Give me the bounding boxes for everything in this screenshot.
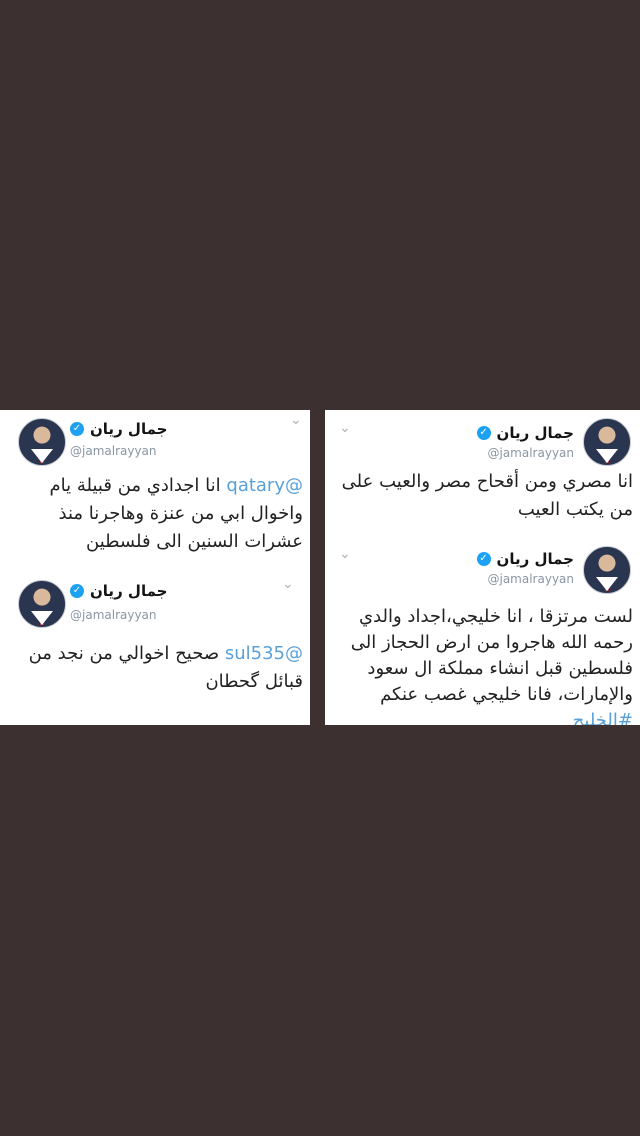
avatar-tie bbox=[40, 615, 44, 625]
hashtag-link[interactable]: #الخليج bbox=[573, 710, 633, 725]
author-name-row: جمال ريان ✓ bbox=[476, 550, 574, 568]
author-handle[interactable]: @jamalrayyan bbox=[487, 446, 574, 460]
author-name-row: جمال ريان ✓ bbox=[476, 424, 574, 442]
author-name[interactable]: جمال ريان bbox=[497, 550, 574, 568]
screenshot-panel-left: جمال ريان ✓ @jamalrayyan ⌄ @qatary انا ا… bbox=[0, 410, 310, 725]
tweet-card[interactable]: جمال ريان ✓ @jamalrayyan ⌄ انا مصري ومن … bbox=[325, 410, 640, 540]
tweet-header: جمال ريان ✓ @jamalrayyan ⌄ bbox=[325, 540, 640, 600]
author-name-row: جمال ريان ✓ bbox=[70, 582, 167, 600]
tweet-header: جمال ريان ✓ @jamalrayyan ⌄ bbox=[0, 410, 310, 470]
author-handle[interactable]: @jamalrayyan bbox=[487, 572, 574, 586]
verified-badge-icon: ✓ bbox=[476, 552, 491, 566]
avatar-tie bbox=[40, 453, 44, 463]
tweet-text-block: لست مرتزقا ، انا خليجي،اجداد والدي رحمه … bbox=[335, 604, 633, 725]
avatar-tie bbox=[605, 581, 609, 591]
verified-badge-icon: ✓ bbox=[70, 584, 84, 598]
author-handle[interactable]: @jamalrayyan bbox=[70, 608, 157, 622]
chevron-down-icon[interactable]: ⌄ bbox=[282, 576, 294, 592]
avatar[interactable] bbox=[18, 418, 66, 466]
chevron-down-icon[interactable]: ⌄ bbox=[339, 546, 351, 562]
verified-badge-icon: ✓ bbox=[476, 426, 491, 440]
chevron-down-icon[interactable]: ⌄ bbox=[290, 412, 302, 428]
tweet-text-block: @qatary انا اجدادي من قبيلة يام واخوال ا… bbox=[18, 472, 303, 556]
avatar[interactable] bbox=[583, 418, 631, 466]
screenshot-panel-right: جمال ريان ✓ @jamalrayyan ⌄ انا مصري ومن … bbox=[325, 410, 640, 725]
avatar-tie bbox=[605, 453, 609, 463]
tweet-text: انا مصري ومن أقحاح مصر والعيب على من يكت… bbox=[341, 471, 633, 520]
author-name-row: جمال ريان ✓ bbox=[70, 420, 167, 438]
chevron-down-icon[interactable]: ⌄ bbox=[339, 420, 351, 436]
tweet-text: لست مرتزقا ، انا خليجي،اجداد والدي رحمه … bbox=[350, 606, 633, 705]
mention-link[interactable]: @qatary bbox=[226, 475, 303, 496]
author-handle[interactable]: @jamalrayyan bbox=[70, 444, 157, 458]
tweet-text-block: @sul535 صحيح اخوالي من نجد من قبائل گحطا… bbox=[18, 640, 303, 696]
verified-badge-icon: ✓ bbox=[70, 422, 84, 436]
tweet-card[interactable]: جمال ريان ✓ @jamalrayyan ⌄ لست مرتزقا ، … bbox=[325, 540, 640, 725]
author-name[interactable]: جمال ريان bbox=[90, 582, 167, 600]
avatar[interactable] bbox=[583, 546, 631, 594]
avatar[interactable] bbox=[18, 580, 66, 628]
mention-link[interactable]: @sul535 bbox=[225, 643, 303, 664]
author-name[interactable]: جمال ريان bbox=[90, 420, 167, 438]
author-name[interactable]: جمال ريان bbox=[497, 424, 574, 442]
tweet-header: جمال ريان ✓ @jamalrayyan ⌄ bbox=[325, 410, 640, 470]
tweet-card[interactable]: جمال ريان ✓ @jamalrayyan ⌄ @sul535 صحيح … bbox=[0, 568, 310, 725]
tweet-header: جمال ريان ✓ @jamalrayyan ⌄ bbox=[0, 568, 310, 628]
tweet-card[interactable]: جمال ريان ✓ @jamalrayyan ⌄ @qatary انا ا… bbox=[0, 410, 310, 575]
